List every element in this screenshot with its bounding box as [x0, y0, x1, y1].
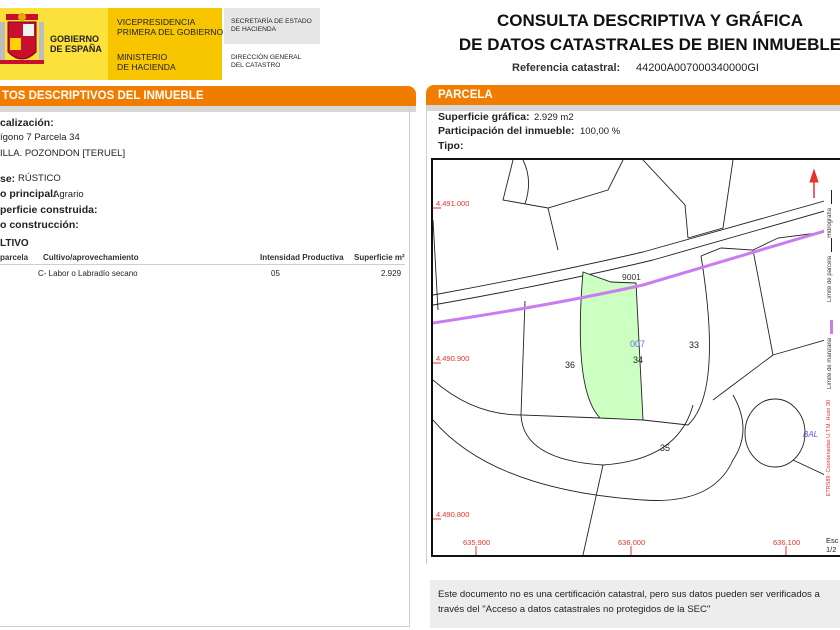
localizacion-line1: ígono 7 Parcela 34	[0, 132, 80, 143]
table-header-superficie: Superficie m²	[354, 253, 405, 262]
datos-descriptivos-header: TOS DESCRIPTIVOS DEL INMUEBLE	[0, 86, 416, 106]
label-road: 9001	[622, 272, 641, 282]
clase-label: se:	[0, 173, 16, 185]
superficie-grafica-label: Superficie gráfica:	[438, 111, 530, 123]
vicepresidencia-label: VICEPRESIDENCIA PRIMERA DEL GOBIERNO	[117, 17, 224, 37]
referencia-label: Referencia catastral:	[512, 62, 621, 74]
label-parcel-main: 34	[633, 355, 644, 365]
table-cell-superficie: 2.929	[381, 269, 402, 278]
uso-principal-label: o principal:	[0, 188, 57, 200]
north-arrow-icon	[809, 168, 819, 198]
x-tick-middle: 636.000	[618, 538, 646, 547]
referencia-value: 44200A007000340000GI	[636, 62, 759, 74]
clase-value: RÚSTICO	[18, 173, 61, 184]
participacion-value: 100,00 %	[580, 126, 621, 137]
escala-label: Esc 1/2	[826, 536, 839, 554]
disclaimer-text: Este documento no es una certificación c…	[438, 589, 820, 615]
parcela-header: PARCELA	[426, 85, 840, 105]
superficie-construida-label: perficie construida:	[0, 204, 98, 216]
map-legend: Hidrografía Límite de parcela Límite de …	[824, 158, 840, 557]
localizacion-line2: ILLA. POZONDON [TERUEL]	[0, 148, 126, 159]
label-parcel-left: 36	[565, 360, 576, 370]
uso-principal-value: Agrario	[53, 189, 84, 200]
y-tick-top: 4.491.000	[436, 199, 470, 208]
y-tick-middle: 4.490.900	[436, 354, 470, 363]
table-cell-intensidad: 05	[271, 269, 280, 278]
label-parcel-right: 33	[689, 340, 700, 350]
coat-of-arms-icon	[0, 13, 44, 64]
table-header-intensidad: Intensidad Productiva	[260, 253, 344, 262]
y-tick-bottom: 4.490.800	[436, 510, 470, 519]
table-divider	[0, 264, 405, 265]
gobierno-espana-label: GOBIERNO DE ESPAÑA	[50, 34, 102, 54]
direccion-general-label: DIRECCIÓN GENERAL DEL CATASTRO	[231, 54, 302, 69]
legend-limite-parcela: Límite de parcela	[825, 238, 839, 308]
table-header-parcela: parcela	[0, 253, 29, 262]
x-tick-left: 635.900	[463, 538, 491, 547]
label-parcel-main-top: 007	[630, 339, 646, 349]
tipo-label: Tipo:	[438, 140, 464, 152]
ministerio-label: MINISTERIO DE HACIENDA	[117, 52, 176, 72]
label-bal: BAL	[803, 430, 819, 439]
cadastral-map[interactable]: 4.491.000 4.490.900 4.490.800 635.900 63…	[431, 158, 827, 557]
localizacion-label: calización:	[0, 117, 54, 129]
legend-limite-manzana: Límite de manzana	[825, 320, 839, 390]
x-tick-right: 636.100	[773, 538, 801, 547]
table-header-cultivo: Cultivo/aprovechamiento	[43, 253, 139, 262]
datos-descriptivos-panel	[0, 106, 410, 627]
label-parcel-bottom: 35	[660, 443, 671, 453]
cadastral-map-svg	[433, 160, 825, 555]
cultivo-title: LTIVO	[0, 238, 29, 249]
legend-coordinates: ETRS89: Coordenadas U.T.M. Huso 30	[826, 400, 832, 497]
participacion-label: Participación del inmueble:	[438, 125, 575, 137]
ano-construccion-label: o construcción:	[0, 219, 79, 231]
superficie-grafica-value: 2.929 m2	[534, 112, 574, 123]
secretaria-label: SECRETARÍA DE ESTADO DE HACIENDA	[231, 18, 312, 33]
table-cell-cultivo: C- Labor o Labradío secano	[38, 269, 138, 278]
page-title: CONSULTA DESCRIPTIVA Y GRÁFICA DE DATOS …	[458, 11, 840, 54]
